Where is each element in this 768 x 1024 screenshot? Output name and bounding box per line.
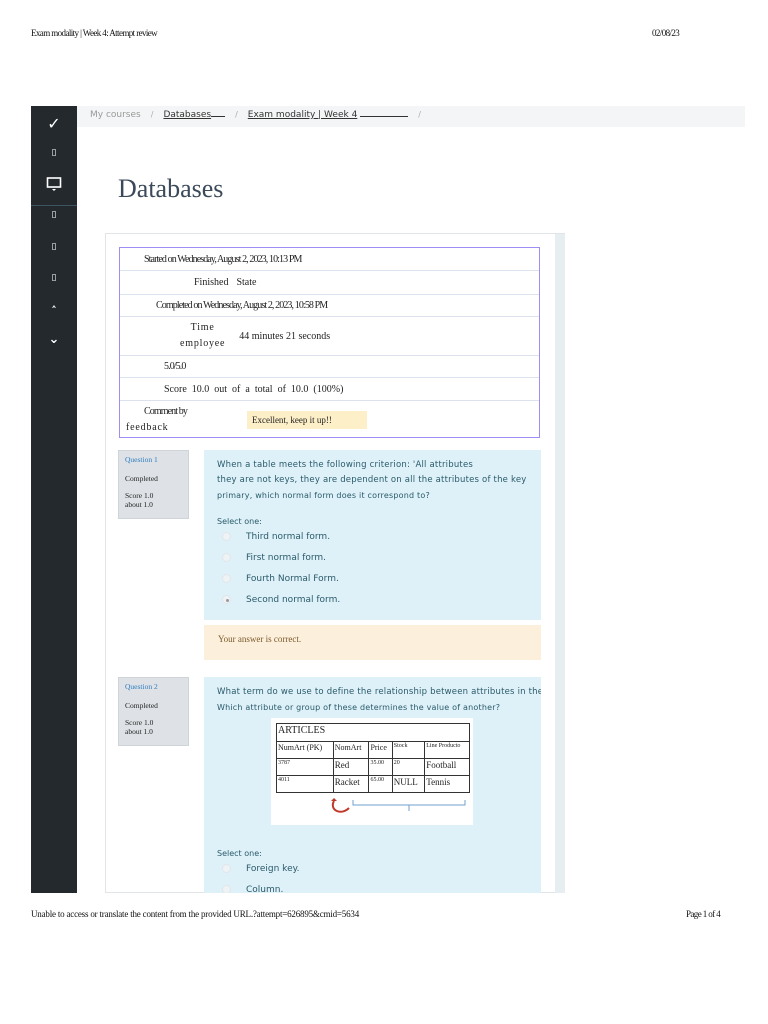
dependency-arrow-icon — [331, 798, 466, 813]
radio-button[interactable] — [222, 574, 231, 583]
figure-cell: 4011 — [276, 775, 334, 793]
articles-table-figure: ARTICLES NumArt (PK) NomArt Price Stock … — [271, 718, 473, 825]
answer-option[interactable]: Column. — [217, 879, 528, 893]
scrollbar[interactable] — [555, 234, 565, 893]
breadcrumb-databases[interactable]: Databases — [163, 110, 211, 120]
figure-cell: 65.00 — [368, 775, 393, 793]
time-taken: 44 minutes 21 seconds — [239, 330, 331, 342]
square-icon[interactable]: ▯ — [31, 210, 77, 220]
question-number[interactable]: Question 2 — [125, 682, 182, 691]
option-label: Foreign key. — [246, 863, 300, 874]
question-score: Score 1.0 — [125, 491, 154, 500]
answer-option[interactable]: Second normal form. — [217, 589, 528, 610]
answer-feedback: Your answer is correct. — [204, 625, 541, 660]
completed-on: Completed on Wednesday, August 2, 2023, … — [156, 300, 328, 311]
answer-option[interactable]: Foreign key. — [217, 858, 528, 879]
figure-title: ARTICLES — [276, 723, 470, 742]
figure-cell: Tennis — [424, 775, 470, 793]
option-label: First normal form. — [246, 552, 327, 563]
radio-button[interactable] — [222, 864, 231, 873]
question-content: When a table meets the following criteri… — [204, 450, 541, 620]
question-text: What term do we use to define the relati… — [217, 687, 541, 697]
chevron-down-icon[interactable]: ⌄ — [31, 332, 77, 347]
check-icon[interactable]: ✓ — [31, 114, 77, 133]
question-text: primary, which normal form does it corre… — [217, 491, 430, 500]
comment-label-2: feedback — [126, 421, 169, 433]
print-header-title: Exam modality | Week 4: Attempt review — [31, 28, 158, 38]
radio-button[interactable] — [222, 553, 231, 562]
chevron-up-icon[interactable]: ˄ — [31, 304, 77, 317]
option-label: Third normal form. — [246, 531, 331, 542]
state-label: Finished — [194, 277, 229, 288]
radio-button-selected[interactable] — [222, 595, 231, 604]
figure-cell: Football — [424, 758, 470, 776]
option-label: Second normal form. — [246, 594, 341, 605]
comment-label: Comment by — [144, 405, 188, 417]
question-max: about 1.0 — [125, 727, 153, 736]
state-value: State — [236, 277, 257, 288]
square-icon[interactable]: ▯ — [31, 148, 77, 158]
figure-header: NumArt (PK) — [276, 741, 334, 759]
breadcrumb: My courses / Databases / Exam modality | Wee… — [77, 106, 745, 127]
question-info: Question 1 Completed Score 1.0 about 1.0 — [118, 450, 189, 519]
question-text: When a table meets the following criteri… — [217, 460, 474, 470]
answer-option[interactable]: Fourth Normal Form. — [217, 568, 528, 589]
select-one-label: Select one: — [217, 517, 262, 526]
option-label: Column. — [246, 884, 284, 894]
feedback-comment: Excellent, keep it up!! — [246, 410, 367, 429]
answer-option[interactable]: First normal form. — [217, 547, 528, 568]
figure-cell: 35.00 — [368, 758, 393, 776]
figure-cell: NULL — [391, 775, 426, 793]
figure-header: Stock — [391, 741, 426, 759]
breadcrumb-separator: / — [418, 110, 421, 119]
question-status: Completed — [125, 474, 158, 483]
figure-cell: Red — [332, 758, 370, 776]
breadcrumb-separator: / — [235, 110, 238, 119]
monitor-icon[interactable] — [31, 176, 77, 206]
question-score: Score 1.0 — [125, 718, 154, 727]
radio-button[interactable] — [222, 885, 231, 893]
print-header-date: 02/08/23 — [652, 28, 680, 38]
square-icon[interactable]: ▯ — [31, 273, 77, 283]
select-one-label: Select one: — [217, 849, 262, 858]
figure-header: NomArt — [332, 741, 370, 759]
radio-button[interactable] — [222, 532, 231, 541]
time-label: Time — [190, 322, 215, 333]
figure-cell: 20 — [391, 758, 426, 776]
time-label-2: employee — [180, 338, 226, 349]
option-label: Fourth Normal Form. — [246, 573, 339, 584]
figure-cell: 3787 — [276, 758, 334, 776]
question-text: they are not keys, they are dependent on… — [217, 475, 527, 485]
attempt-summary: Started on Wednesday, August 2, 2023, 10… — [119, 247, 540, 438]
question-number[interactable]: Question 1 — [125, 455, 182, 464]
figure-header: Price — [368, 741, 393, 759]
sidebar: ✓ ▯ ▯ ▯ ▯ ˄ ⌄ — [31, 106, 77, 893]
question-info: Question 2 Completed Score 1.0 about 1.0 — [118, 677, 189, 746]
question-text: Which attribute or group of these determ… — [217, 703, 501, 712]
figure-cell: Racket — [332, 775, 370, 793]
started-on: Started on Wednesday, August 2, 2023, 10… — [144, 253, 302, 265]
print-footer-page: Page 1 of 4 — [686, 909, 721, 919]
square-icon[interactable]: ▯ — [31, 242, 77, 252]
page-title: Databases — [118, 174, 224, 203]
print-footer-url: Unable to access or translate the conten… — [31, 909, 360, 919]
marks: 5.0/5.0 — [164, 361, 186, 372]
grade: Score 10.0 out of a total of 10.0 (100%) — [164, 383, 344, 395]
question-status: Completed — [125, 701, 158, 710]
figure-header: Line Producto — [424, 741, 470, 759]
answer-option[interactable]: Third normal form. — [217, 526, 528, 547]
breadcrumb-exam-week4[interactable]: Exam modality | Week 4 — [248, 110, 358, 120]
breadcrumb-separator: / — [150, 110, 154, 119]
question-max: about 1.0 — [125, 500, 153, 509]
breadcrumb-my-courses[interactable]: My courses — [90, 110, 141, 120]
